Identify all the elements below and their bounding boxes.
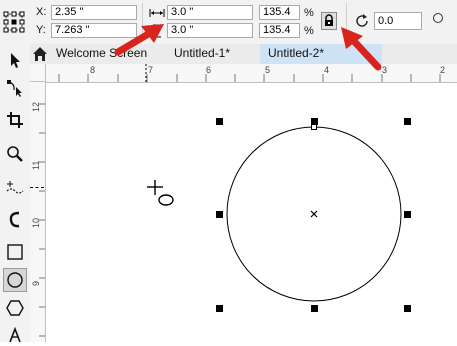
ruler-origin[interactable] bbox=[30, 64, 46, 82]
x-label: X: bbox=[36, 6, 47, 18]
lock-ratio-icon bbox=[325, 14, 333, 26]
rectangle-tool-icon bbox=[7, 244, 23, 260]
vertical-ruler[interactable]: 12 11 10 9 bbox=[30, 82, 46, 342]
ruler-number: 12 bbox=[31, 101, 41, 112]
artistic-media-icon bbox=[9, 211, 20, 228]
crop-tool-icon bbox=[7, 112, 23, 128]
ruler-number: 3 bbox=[382, 65, 388, 75]
rectangle-tool[interactable] bbox=[3, 240, 27, 264]
shape-tool-icon bbox=[7, 80, 22, 97]
scale-x-field[interactable]: 135.4 bbox=[259, 5, 300, 20]
tab-untitled-1[interactable]: Untitled-1* bbox=[166, 44, 238, 64]
y-position-field[interactable]: 7.263 " bbox=[51, 23, 137, 38]
ellipse-tool-icon bbox=[7, 272, 23, 288]
zoom-tool[interactable] bbox=[3, 142, 27, 166]
ellipse-tool[interactable] bbox=[3, 268, 27, 292]
width-field[interactable]: 3.0 " bbox=[167, 5, 253, 20]
crop-tool[interactable] bbox=[3, 108, 27, 132]
height-icon bbox=[152, 24, 162, 38]
ruler-number: 2 bbox=[440, 65, 446, 75]
select-tool[interactable] bbox=[3, 48, 27, 72]
ruler-guide-marker bbox=[30, 187, 44, 188]
origin-icon[interactable] bbox=[433, 13, 443, 23]
ruler-number: 6 bbox=[206, 65, 212, 75]
drawing-canvas[interactable] bbox=[30, 83, 457, 342]
width-icon bbox=[149, 8, 165, 18]
rotation-field[interactable]: 0.0 bbox=[374, 12, 422, 30]
text-tool-icon bbox=[9, 326, 21, 342]
toolbox bbox=[0, 44, 31, 342]
x-position-field[interactable]: 2.35 " bbox=[51, 5, 137, 20]
separator bbox=[346, 3, 347, 40]
ruler-number: 9 bbox=[31, 280, 41, 286]
handle-bottom-right[interactable] bbox=[404, 305, 411, 312]
height-field[interactable]: 3.0 " bbox=[167, 23, 253, 38]
ruler-number: 4 bbox=[324, 65, 330, 75]
rotate-icon bbox=[354, 13, 370, 29]
handle-bottom-left[interactable] bbox=[216, 305, 223, 312]
scale-y-field[interactable]: 135.4 bbox=[259, 23, 300, 38]
ellipse-cursor-icon bbox=[147, 180, 174, 206]
zoom-tool-icon bbox=[7, 146, 23, 162]
freehand-tool[interactable] bbox=[3, 176, 27, 200]
handle-top-center[interactable] bbox=[311, 118, 318, 125]
ruler-number: 10 bbox=[31, 217, 41, 228]
percent-label: % bbox=[304, 7, 314, 19]
lock-ratio-button[interactable] bbox=[321, 12, 337, 30]
home-button[interactable] bbox=[32, 46, 48, 62]
ruler-number: 11 bbox=[31, 160, 41, 170]
ellipse-node[interactable] bbox=[311, 124, 317, 130]
y-label: Y: bbox=[36, 24, 46, 36]
horizontal-ruler[interactable]: 8 7 6 5 4 3 2 bbox=[30, 64, 457, 83]
text-tool[interactable] bbox=[3, 322, 27, 346]
reference-point-icon[interactable] bbox=[3, 11, 25, 33]
handle-middle-left[interactable] bbox=[216, 211, 223, 218]
center-mark bbox=[310, 210, 318, 218]
home-icon bbox=[33, 47, 47, 61]
separator bbox=[142, 3, 143, 40]
tab-untitled-2[interactable]: Untitled-2* bbox=[260, 44, 382, 64]
handle-bottom-center[interactable] bbox=[311, 305, 318, 312]
percent-label: % bbox=[304, 25, 314, 37]
ruler-number: 7 bbox=[148, 65, 154, 75]
freehand-tool-icon bbox=[6, 181, 24, 194]
tab-welcome-screen[interactable]: Welcome Screen bbox=[48, 44, 155, 64]
artistic-media-tool[interactable] bbox=[3, 208, 27, 232]
polygon-tool[interactable] bbox=[3, 296, 27, 320]
ruler-ticks bbox=[39, 103, 45, 337]
select-tool-icon bbox=[11, 53, 20, 68]
handle-middle-right[interactable] bbox=[404, 211, 411, 218]
polygon-tool-icon bbox=[6, 300, 24, 316]
ruler-number: 8 bbox=[90, 65, 96, 75]
shape-tool[interactable] bbox=[3, 76, 27, 100]
property-bar: X: 2.35 " Y: 7.263 " 3.0 " 3.0 " 135.4 1… bbox=[0, 0, 457, 45]
document-tab-bar: Welcome Screen Untitled-1* Untitled-2* bbox=[30, 44, 457, 65]
handle-top-right[interactable] bbox=[404, 118, 411, 125]
ruler-number: 5 bbox=[265, 65, 271, 75]
handle-top-left[interactable] bbox=[216, 118, 223, 125]
